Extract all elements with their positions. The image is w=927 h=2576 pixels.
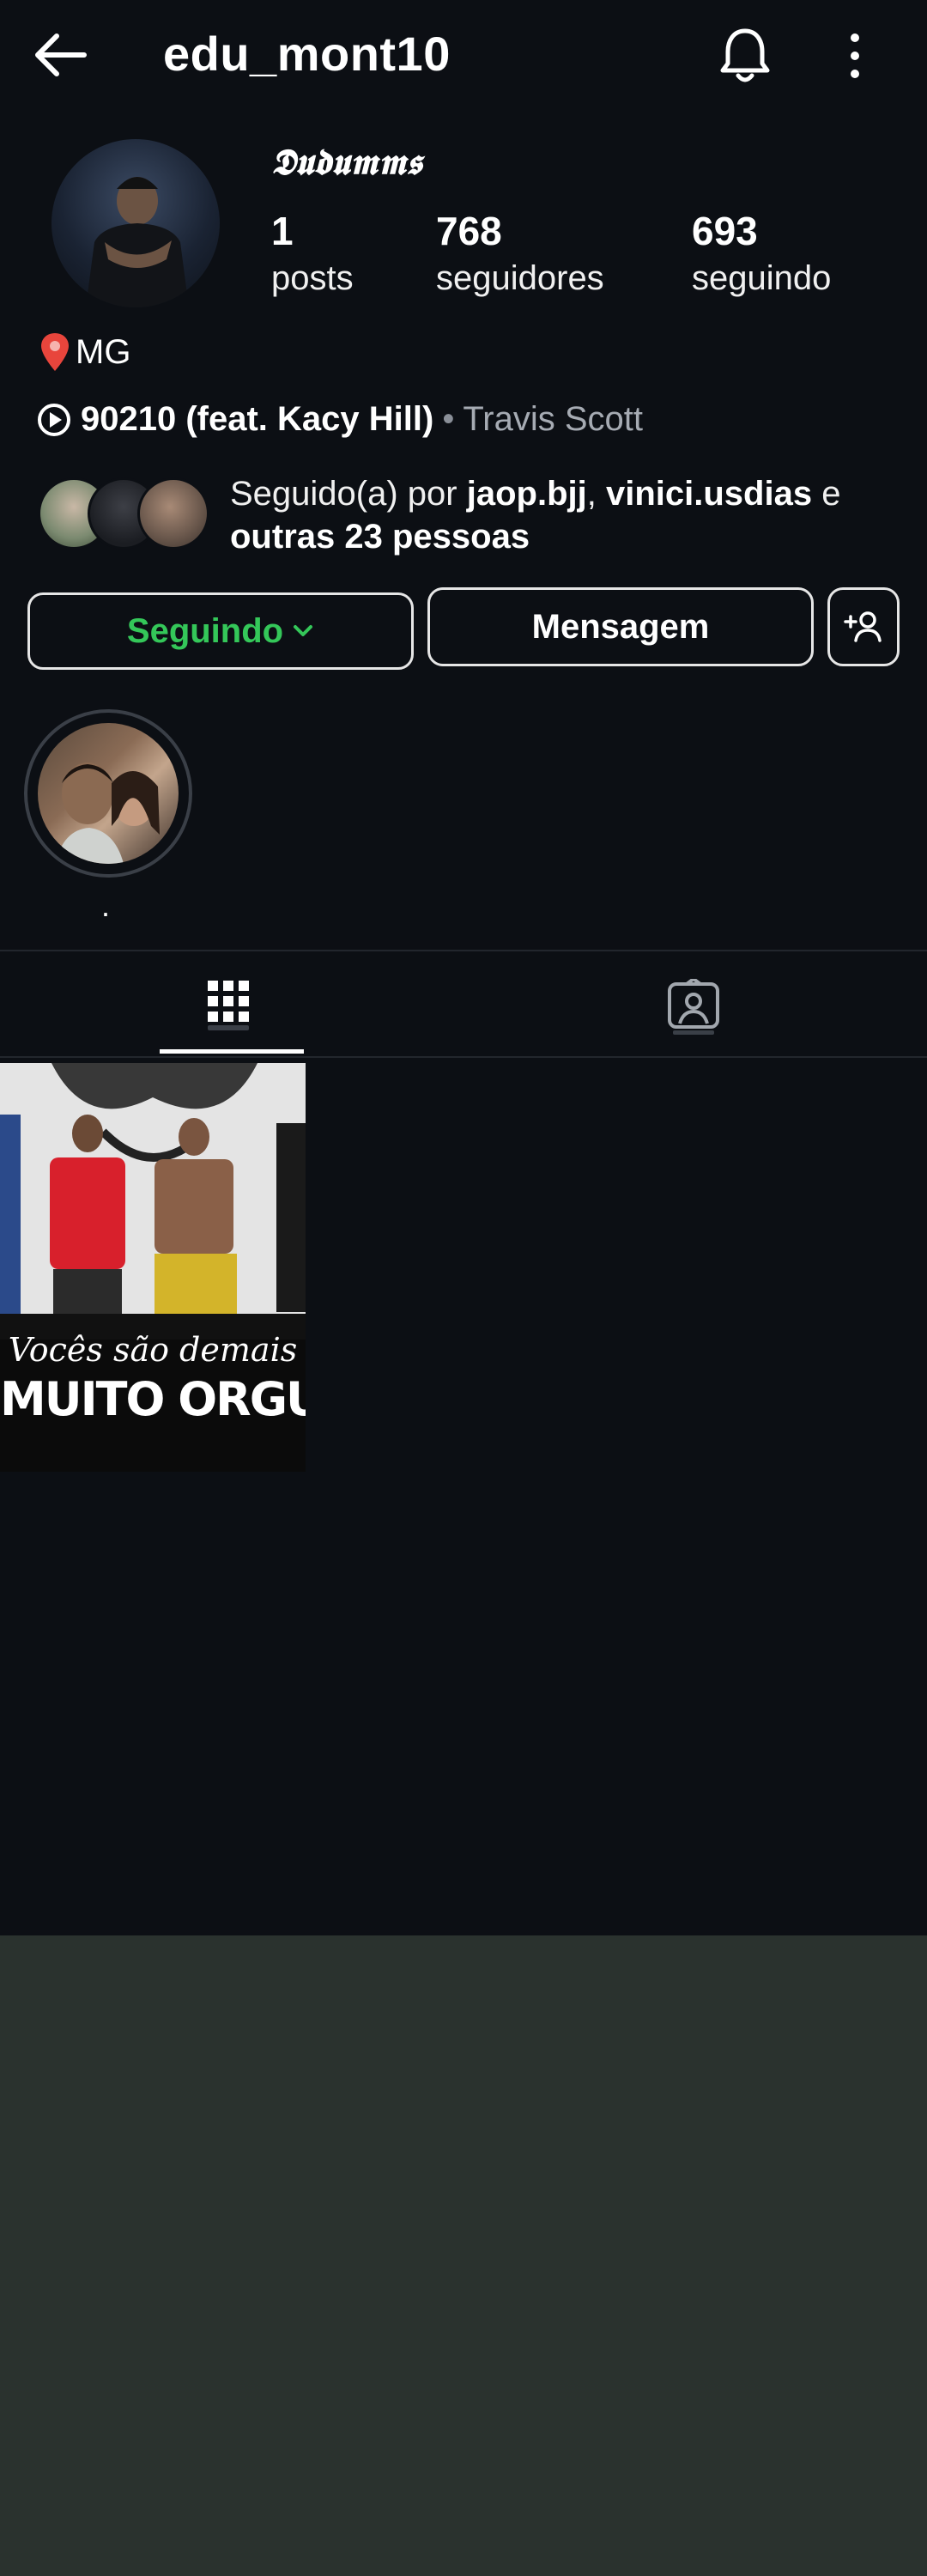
map-pin-icon [41,333,69,371]
post-thumbnail[interactable]: Vocês são demais MUITO ORGULHO [0,1063,306,1472]
profile-username: edu_mont10 [163,27,451,81]
followed-by-user1[interactable]: jaop.bjj [467,475,587,513]
following-button-label: Seguindo [126,611,284,650]
post-overlay-line2: MUITO ORGULHO [0,1372,306,1426]
stat-following-value: 693 [692,209,758,253]
display-name: 𝕯𝖚𝖉𝖚𝖒𝖒𝖘 [271,141,422,183]
profile-screen: edu_mont10 𝕯𝖚𝖉𝖚𝖒𝖒𝖘 1 posts 768 seguidore… [0,0,927,1935]
music-song: 90210 (feat. Kacy Hill) [81,400,434,438]
music-artist: Travis Scott [463,400,643,438]
followed-by-and: e [812,475,841,513]
followed-by-others[interactable]: outras 23 pessoas [230,518,530,556]
stat-posts-value: 1 [271,209,294,253]
followed-by-text[interactable]: Seguido(a) por jaop.bjj, vinici.usdias e… [230,472,900,558]
stat-followers[interactable]: 768 seguidores [436,208,604,298]
bell-icon[interactable] [718,26,772,86]
divider [0,1056,927,1058]
profile-avatar[interactable] [52,139,220,307]
profile-music[interactable]: 90210 (feat. Kacy Hill) • Travis Scott [36,400,643,439]
bottom-empty-area [0,1935,927,2576]
grid-icon [208,981,249,1030]
avatar [137,477,209,550]
active-tab-indicator [160,1049,304,1054]
post-overlay-line1: Vocês são demais [8,1331,298,1369]
add-user-icon [844,611,882,642]
add-user-button[interactable] [827,587,900,666]
stat-following[interactable]: 693 seguindo [692,208,831,298]
location-text: MG [76,332,131,371]
stat-posts-label: posts [271,259,354,297]
story-highlight-cover[interactable] [38,723,179,864]
tab-tagged[interactable] [464,953,927,1054]
stat-followers-label: seguidores [436,259,604,297]
followed-by-user2[interactable]: vinici.usdias [606,475,812,513]
mutual-followers-avatars[interactable] [38,477,209,550]
music-separator: • [442,400,455,438]
followed-by-prefix: Seguido(a) por [230,475,467,513]
tab-posts-grid[interactable] [0,953,464,1054]
message-button-label: Mensagem [531,607,710,646]
bio-location: MG [38,331,130,373]
divider [0,950,927,951]
following-button[interactable]: Seguindo [27,592,414,670]
stat-followers-value: 768 [436,209,502,253]
play-circle-icon [38,403,70,436]
story-highlight-label: . [101,888,111,923]
followed-by-comma: , [586,475,606,513]
chevron-down-icon [294,625,313,636]
stat-posts[interactable]: 1 posts [271,208,354,298]
more-options-icon[interactable] [838,29,872,82]
back-arrow-icon[interactable] [33,31,89,79]
message-button[interactable]: Mensagem [427,587,814,666]
tagged-icon [668,979,719,1035]
stat-following-label: seguindo [692,259,832,297]
